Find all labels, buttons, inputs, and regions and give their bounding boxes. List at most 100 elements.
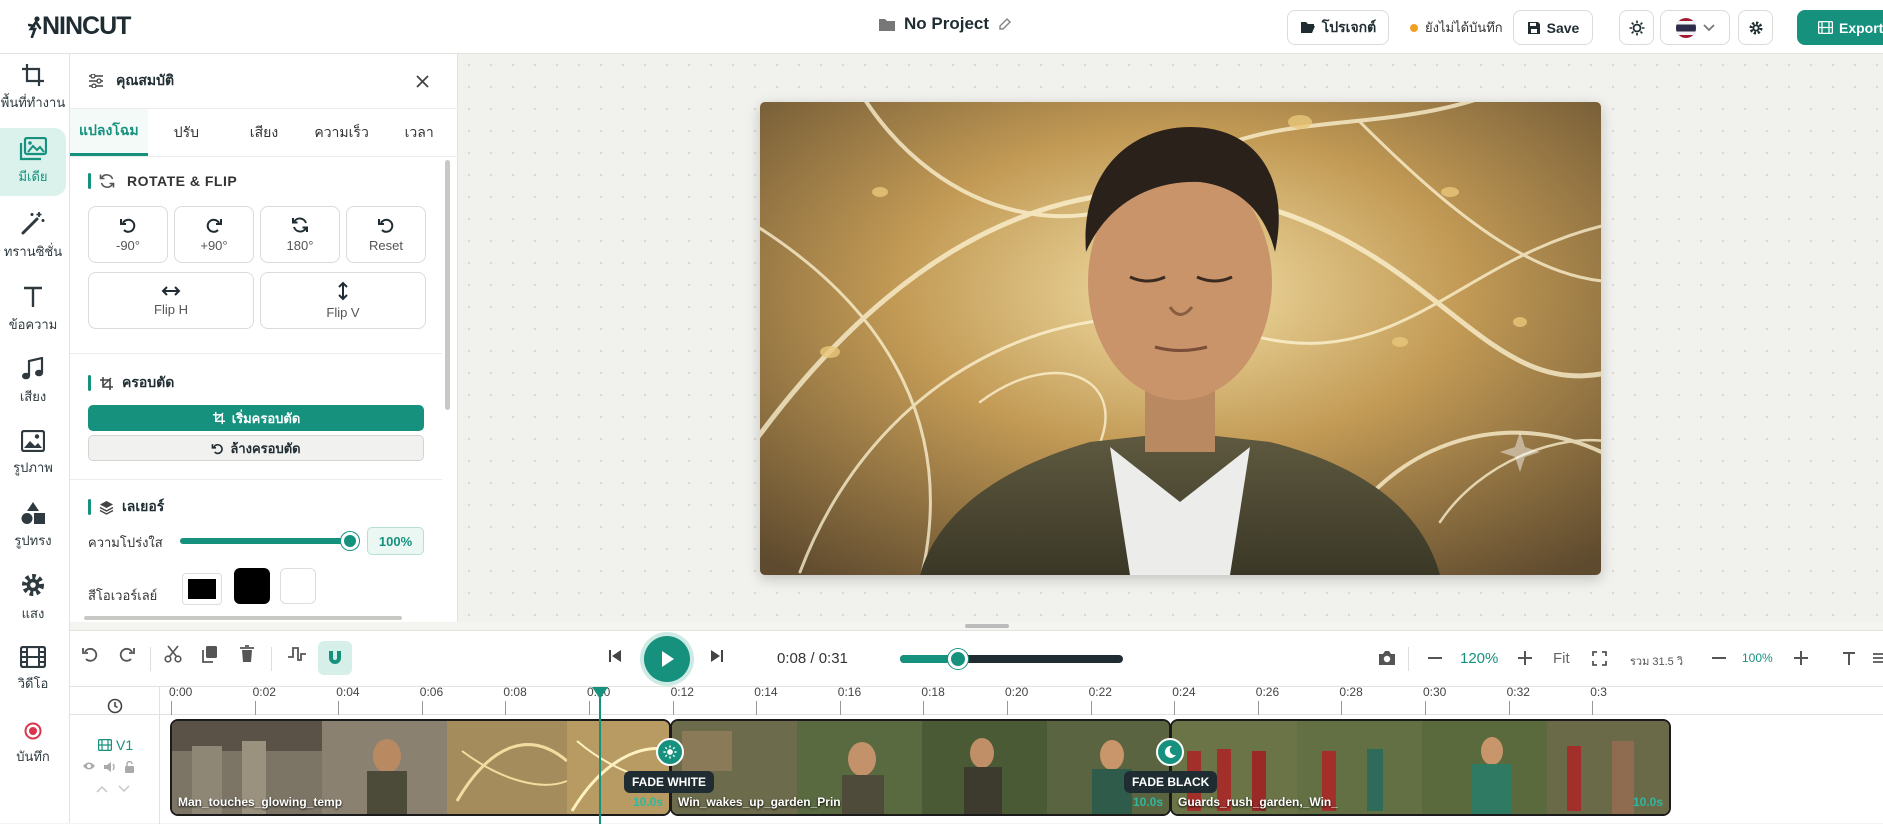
chevron-up-icon[interactable] xyxy=(96,785,108,793)
camera-icon[interactable] xyxy=(1378,650,1396,666)
ruler-tick-line xyxy=(1257,701,1259,715)
opacity-slider[interactable] xyxy=(180,532,359,550)
tab-transform[interactable]: แปลงโฉม xyxy=(70,109,148,156)
copy-icon[interactable] xyxy=(201,645,219,663)
flip-vertical-icon xyxy=(338,281,348,301)
rotate-flip-section-header: ROTATE & FLIP xyxy=(88,173,237,189)
opacity-value[interactable]: 100% xyxy=(367,527,424,555)
language-select[interactable] xyxy=(1660,10,1730,45)
ruler-tick-line xyxy=(756,701,758,715)
timeline-clip[interactable]: Guards_rush_garden,_Win_ 10.0s xyxy=(1170,719,1671,816)
left-rail: พื้นที่ทำงาน มีเดีย ทรานซิชั่น ข้อความ เ… xyxy=(0,54,70,823)
rail-item-shapes[interactable]: รูปทรง xyxy=(0,492,66,560)
scrollbar-thumb[interactable] xyxy=(445,160,450,410)
rotate-left-button[interactable]: -90° xyxy=(88,206,168,263)
transition-marker[interactable] xyxy=(656,738,684,766)
ruler-tick-label: 0:02 xyxy=(252,685,276,699)
eye-icon[interactable] xyxy=(82,761,96,771)
rotate-reset-button[interactable]: Reset xyxy=(346,206,426,263)
rail-item-record[interactable]: บันทึก xyxy=(0,710,66,778)
ruler-tick-line xyxy=(1341,701,1343,715)
more-icon[interactable] xyxy=(1873,652,1883,664)
playback-toolbar: 0:08 / 0:31 120% Fit รวม 31.5 วิ 100% xyxy=(70,630,1883,686)
export-button[interactable]: Export xyxy=(1797,10,1883,45)
chevron-down-icon[interactable] xyxy=(118,785,130,793)
panel-horizontal-scrollbar[interactable] xyxy=(70,614,444,622)
rail-item-text[interactable]: ข้อความ xyxy=(0,276,66,344)
ruler-tick-label: 0:20 xyxy=(1005,685,1029,699)
seek-bar[interactable] xyxy=(900,649,1123,669)
projects-button[interactable]: โปรเจกต์ xyxy=(1287,10,1389,45)
redo-icon[interactable] xyxy=(118,645,136,663)
resize-handle[interactable] xyxy=(965,624,1009,628)
ruler-tick-line xyxy=(1592,701,1594,715)
overlay-swatch-white[interactable] xyxy=(280,568,316,604)
timeline-clip[interactable]: Man_touches_glowing_temp 10.0s xyxy=(170,719,671,816)
lock-icon[interactable] xyxy=(124,761,135,773)
volume-icon[interactable] xyxy=(103,761,117,773)
zoom-in-icon[interactable] xyxy=(1518,651,1532,665)
time-ruler[interactable]: 0:000:020:040:060:080:100:120:140:160:18… xyxy=(160,685,1883,715)
transition-label[interactable]: FADE BLACK xyxy=(1124,771,1218,793)
transition-label[interactable]: FADE WHITE xyxy=(624,771,714,793)
theme-toggle-button[interactable] xyxy=(1619,10,1654,45)
tab-speed[interactable]: ความเร็ว xyxy=(303,109,381,156)
edit-icon[interactable] xyxy=(997,16,1013,32)
playhead[interactable] xyxy=(592,687,608,824)
clear-crop-button[interactable]: ล้างครอบตัด xyxy=(88,435,424,461)
split-icon[interactable] xyxy=(287,645,307,663)
text-tool-icon[interactable] xyxy=(1842,651,1856,665)
panel-vertical-scrollbar[interactable] xyxy=(444,142,452,622)
opacity-slider-handle[interactable] xyxy=(341,532,359,550)
zoom-out-icon[interactable] xyxy=(1428,657,1442,660)
close-icon[interactable] xyxy=(416,75,429,88)
rotate-right-button[interactable]: +90° xyxy=(174,206,254,263)
film-icon xyxy=(20,646,46,668)
ruler-tick-line xyxy=(589,701,590,715)
ruler-tick-line xyxy=(1425,701,1426,715)
chevron-down-icon xyxy=(1703,23,1715,31)
undo-icon[interactable] xyxy=(81,645,99,663)
rail-item-lighting[interactable]: แสง xyxy=(0,564,66,632)
rail-item-audio[interactable]: เสียง xyxy=(0,348,66,416)
flip-vertical-button[interactable]: Flip V xyxy=(260,272,426,329)
skip-back-icon[interactable] xyxy=(608,649,622,663)
video-frame-image xyxy=(760,102,1601,575)
rail-item-media[interactable]: มีเดีย xyxy=(0,128,66,196)
tab-adjust[interactable]: ปรับ xyxy=(148,109,226,156)
project-title[interactable]: No Project xyxy=(878,14,1013,34)
zoom-out-icon[interactable] xyxy=(1712,657,1726,660)
rail-label: รูปทรง xyxy=(14,533,52,548)
fullscreen-icon[interactable] xyxy=(1592,651,1607,666)
video-preview[interactable] xyxy=(760,102,1601,575)
seek-handle[interactable] xyxy=(947,649,968,669)
rail-item-transitions[interactable]: ทรานซิชั่น xyxy=(0,202,66,270)
play-button[interactable] xyxy=(644,636,690,682)
scrollbar-thumb[interactable] xyxy=(84,616,402,620)
skip-forward-icon[interactable] xyxy=(710,649,724,663)
scissors-icon[interactable] xyxy=(164,645,182,663)
trash-icon[interactable] xyxy=(239,645,255,663)
rail-item-images[interactable]: รูปภาพ xyxy=(0,420,66,488)
rail-item-workspace[interactable]: พื้นที่ทำงาน xyxy=(0,54,66,122)
settings-button[interactable] xyxy=(1738,10,1773,45)
rotate-left-icon xyxy=(120,218,136,233)
timeline-clip[interactable]: Win_wakes_up_garden_Prin 10.0s xyxy=(670,719,1171,816)
overlay-color-picker[interactable] xyxy=(182,573,222,605)
rotate-180-button[interactable]: 180° xyxy=(260,206,340,263)
tab-audio[interactable]: เสียง xyxy=(225,109,303,156)
clip-name: Man_touches_glowing_temp xyxy=(178,795,343,809)
start-crop-button[interactable]: เริ่มครอบตัด xyxy=(88,405,424,431)
film-icon xyxy=(98,739,112,751)
rail-item-video[interactable]: วิดีโอ xyxy=(0,636,66,704)
playhead-handle[interactable] xyxy=(592,687,608,699)
app-logo[interactable]: NINCUT xyxy=(28,12,131,41)
crop-icon xyxy=(212,411,225,425)
flip-horizontal-button[interactable]: Flip H xyxy=(88,272,254,329)
magnet-snap-toggle[interactable] xyxy=(318,641,352,675)
overlay-swatch-black[interactable] xyxy=(234,568,270,604)
transition-marker[interactable] xyxy=(1156,738,1184,766)
zoom-in-icon[interactable] xyxy=(1794,651,1808,665)
save-button[interactable]: Save xyxy=(1513,10,1593,45)
fit-button[interactable]: Fit xyxy=(1553,650,1570,667)
